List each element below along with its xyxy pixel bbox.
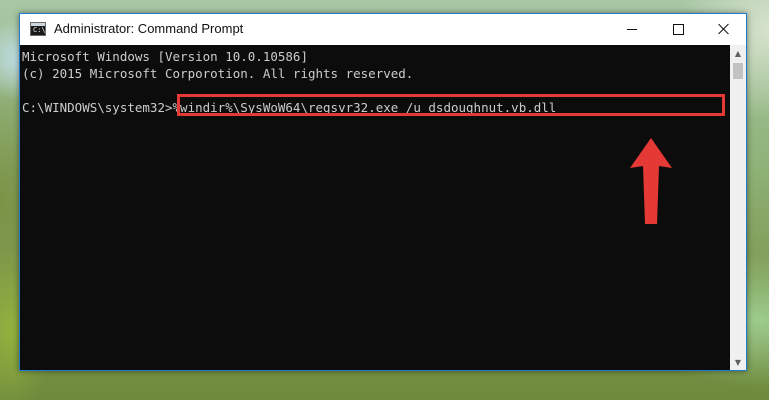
cmd-icon-text: C:\ [33,26,46,34]
title-bar[interactable]: C:\ Administrator: Command Prompt [20,14,746,45]
console-line-copyright: (c) 2015 Microsoft Corporotion. All righ… [22,66,414,81]
console-line-version: Microsoft Windows [Version 10.0.10586] [22,49,308,64]
cmd-icon[interactable]: C:\ [30,22,46,36]
scroll-down-icon[interactable]: ▼ [730,354,746,370]
close-button[interactable] [701,14,747,44]
command-prompt-window: C:\ Administrator: Command Prompt Micros… [19,13,747,371]
up-arrow-icon [630,138,672,224]
maximize-icon [672,23,684,35]
console-output[interactable]: Microsoft Windows [Version 10.0.10586] (… [20,45,730,370]
minimize-icon [627,28,637,30]
close-icon [718,23,730,35]
window-title: Administrator: Command Prompt [54,21,244,36]
maximize-button[interactable] [655,14,701,44]
scroll-up-icon[interactable]: ▲ [730,45,746,61]
minimize-button[interactable] [609,14,655,44]
console-prompt: C:\WINDOWS\system32> [22,100,173,115]
vertical-scrollbar[interactable]: ▲ ▼ [730,45,746,370]
command-highlight-box [177,94,725,116]
scroll-thumb[interactable] [733,63,743,79]
